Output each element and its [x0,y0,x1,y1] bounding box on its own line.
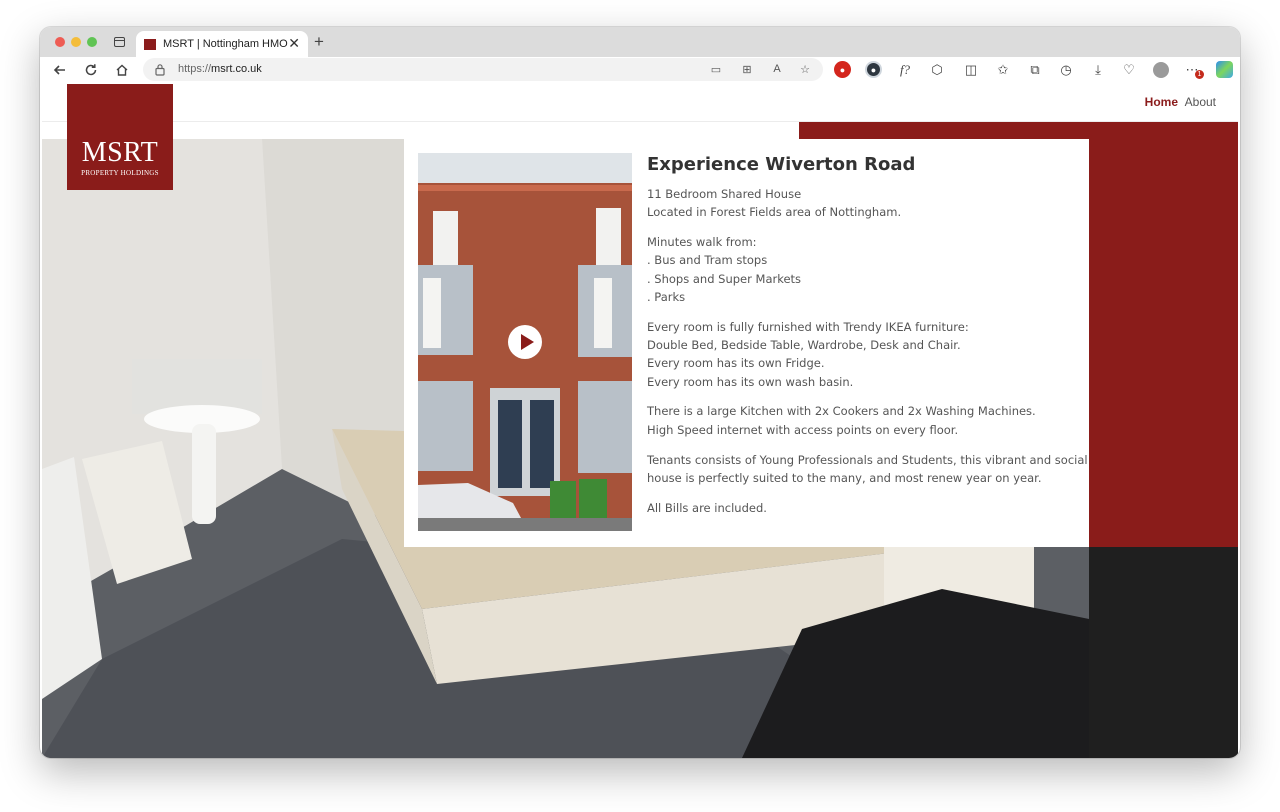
description-paragraph: Tenants consists of Young Professionals … [647,451,1088,488]
refresh-icon[interactable] [81,57,101,82]
address-bar[interactable]: https://msrt.co.uk ▭ ⊞ A ☆ [143,58,823,81]
property-description: Experience Wiverton Road 11 Bedroom Shar… [647,153,1088,528]
description-line: Every room has its own Fridge. [647,356,825,371]
nav-about-link[interactable]: About [1185,95,1216,109]
nav-home-link[interactable]: Home [1145,95,1178,109]
browser-toolbar: https://msrt.co.uk ▭ ⊞ A ☆ ● ● f? ⬡ ◫ ✩ … [40,57,1240,82]
msrt-logo[interactable]: MSRT PROPERTY HOLDINGS [67,84,173,190]
collections-icon[interactable]: ⧉ [1025,57,1045,82]
description-line: house is perfectly suited to the many, a… [647,470,1042,485]
extension-circle-icon[interactable]: ● [865,61,882,78]
minimize-window-button[interactable] [71,37,81,47]
read-aloud-icon[interactable]: A [769,61,785,77]
description-line: Every room is fully furnished with Trend… [647,319,969,334]
copilot-icon[interactable] [1216,61,1233,78]
description-line: There is a large Kitchen with 2x Cookers… [647,404,1036,419]
zoom-window-button[interactable] [87,37,97,47]
site-navbar: Home About [42,82,1238,122]
formula-extension-icon[interactable]: f? [895,57,915,82]
extension-adblock-icon[interactable]: ● [834,61,851,78]
description-line: 11 Bedroom Shared House [647,187,802,201]
tab-title: MSRT | Nottingham HMO [163,38,288,50]
browser-essentials-icon[interactable]: ♡ [1119,57,1139,82]
tab-msrt[interactable]: MSRT | Nottingham HMO ✕ [136,31,308,57]
downloads-icon[interactable]: ⤓ [1088,57,1108,82]
description-line: Located in Forest Fields area of Notting… [647,205,902,220]
description-line: Tenants consists of Young Professionals … [647,452,1088,467]
tab-bar: MSRT | Nottingham HMO ✕ + [40,27,1240,57]
property-video[interactable] [418,153,632,531]
description-line: Every room has its own wash basin. [647,374,854,389]
qr-code-icon[interactable]: ⊞ [739,61,755,77]
description-paragraph: There is a large Kitchen with 2x Cookers… [647,402,1077,439]
lock-icon[interactable] [155,63,165,76]
split-screen-icon[interactable]: ◫ [961,57,981,82]
play-video-button[interactable] [508,325,542,359]
property-card: Experience Wiverton Road 11 Bedroom Shar… [404,139,1089,547]
logo-wordmark: MSRT [81,137,159,168]
description-paragraph: Minutes walk from: . Bus and Tram stops … [647,233,1077,306]
back-icon[interactable] [50,57,70,82]
favorites-icon[interactable]: ✩ [993,57,1013,82]
new-tab-icon[interactable]: + [314,33,324,50]
notification-badge: 1 [1195,70,1204,79]
description-paragraph: Every room is fully furnished with Trend… [647,318,1077,391]
url-text[interactable]: https://msrt.co.uk [178,63,262,75]
description-line: Double Bed, Bedside Table, Wardrobe, Des… [647,338,961,353]
close-window-button[interactable] [55,37,65,47]
description-line: All Bills are included. [647,500,767,515]
description-paragraph: All Bills are included. [647,499,1077,517]
extensions-icon[interactable]: ⬡ [927,57,947,82]
app-available-icon[interactable]: ▭ [708,61,724,77]
history-icon[interactable]: ◷ [1056,57,1076,82]
description-line: Minutes walk from: [647,235,757,250]
favicon-icon [144,39,156,50]
description-line: . Shops and Super Markets [647,271,802,286]
description-paragraph: 11 Bedroom Shared House Located in Fores… [647,185,1077,222]
description-line: High Speed internet with access points o… [647,422,959,437]
profile-avatar-icon[interactable] [1151,57,1171,82]
tab-actions-icon[interactable] [114,37,125,47]
description-line: . Bus and Tram stops [647,253,768,268]
close-tab-icon[interactable]: ✕ [288,36,300,50]
property-title: Experience Wiverton Road [647,154,916,175]
description-line: . Parks [647,289,686,304]
logo-subtitle: PROPERTY HOLDINGS [81,169,159,177]
accent-dark-block [1089,547,1238,758]
page-viewport: Home About MSRT PROPERTY HOLDINGS Experi… [42,82,1238,758]
browser-window: MSRT | Nottingham HMO ✕ + https://msrt.c… [40,27,1240,758]
favorite-star-icon[interactable]: ☆ [797,61,813,77]
home-icon[interactable] [112,57,132,82]
